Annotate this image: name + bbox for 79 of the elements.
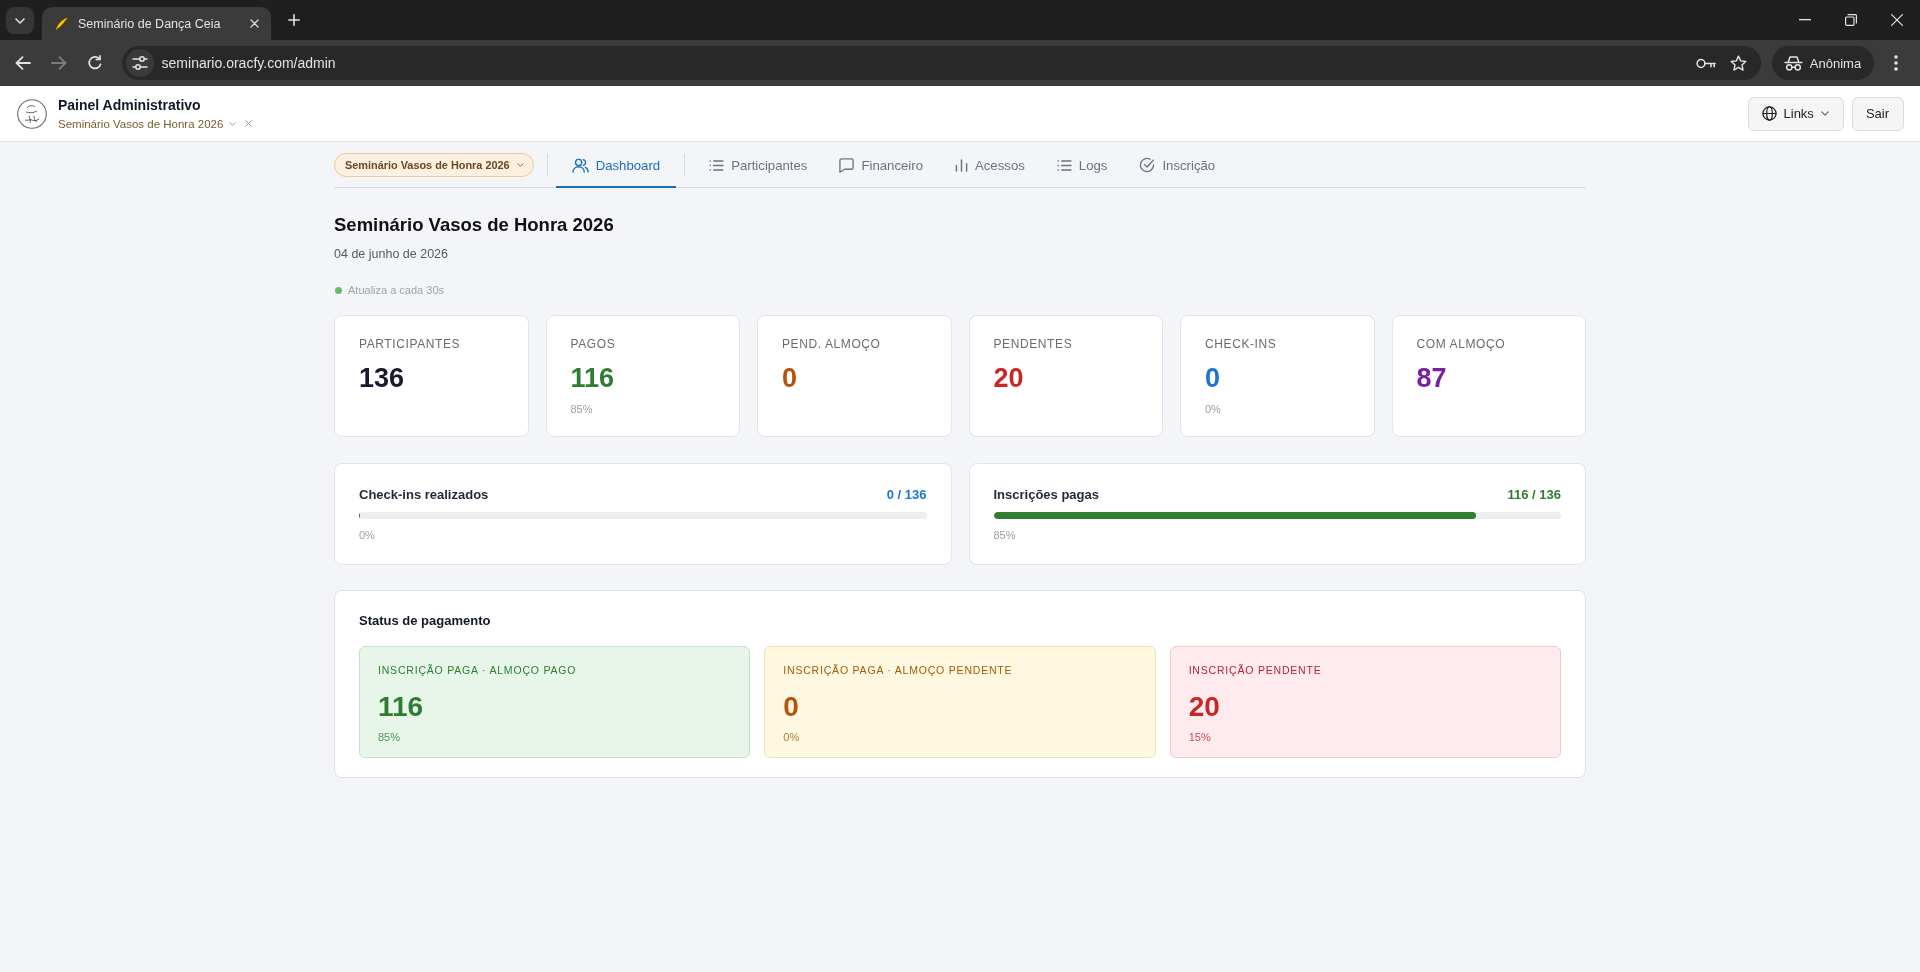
page-title: Seminário Vasos de Honra 2026 bbox=[334, 214, 615, 236]
stat-value: 116 bbox=[570, 363, 616, 393]
emblem-icon bbox=[17, 98, 47, 129]
event-selector[interactable]: Seminário Vasos de Honra 2026 bbox=[334, 152, 534, 177]
event-date: 04 de junho de 2026 bbox=[334, 246, 449, 262]
restore-icon bbox=[1845, 14, 1857, 26]
status-label: INSCRIÇÃO PAGA · ALMOÇO PAGO bbox=[378, 664, 578, 677]
stat-value: 20 bbox=[993, 363, 1025, 393]
status-percent: 15% bbox=[1188, 731, 1212, 744]
status-value: 20 bbox=[1188, 691, 1221, 723]
minimize-icon bbox=[1799, 19, 1811, 21]
nav-tab[interactable]: Inscrição bbox=[1123, 142, 1232, 188]
status-percent: 85% bbox=[378, 731, 402, 744]
close-icon bbox=[245, 120, 253, 127]
stat-label: PARTICIPANTES bbox=[359, 337, 462, 351]
status-percent: 0% bbox=[783, 731, 801, 744]
stat-value: 87 bbox=[1416, 363, 1448, 393]
stat-label: PENDENTES bbox=[993, 337, 1074, 351]
stat-value: 0 bbox=[782, 363, 799, 393]
section-title: Status de pagamento bbox=[359, 613, 492, 629]
close-icon bbox=[1891, 14, 1903, 26]
logout-button[interactable]: Sair bbox=[1851, 96, 1904, 131]
list-icon bbox=[709, 159, 725, 171]
close-icon bbox=[249, 19, 259, 28]
list-icon bbox=[1056, 159, 1072, 171]
links-dropdown-button[interactable]: Links bbox=[1747, 96, 1844, 131]
event-dropdown[interactable]: Seminário Vasos de Honra 2026 bbox=[58, 116, 237, 131]
profile-button[interactable]: Anônima bbox=[1771, 46, 1875, 80]
users-icon bbox=[571, 157, 589, 173]
nav-tab[interactable]: Financeiro bbox=[823, 142, 939, 188]
nav-tab[interactable]: Acessos bbox=[939, 142, 1041, 188]
speech-bubble-icon bbox=[839, 157, 855, 173]
url-text: seminario.oracfy.com/admin bbox=[161, 55, 336, 71]
stat-note: 85% bbox=[570, 402, 594, 416]
stat-label: PAGOS bbox=[570, 337, 617, 351]
star-icon[interactable] bbox=[1729, 54, 1747, 72]
nav-tab[interactable]: Dashboard bbox=[555, 142, 677, 188]
status-dot-icon bbox=[335, 286, 342, 294]
nav-tab[interactable]: Logs bbox=[1040, 142, 1124, 188]
chevron-down-icon bbox=[1820, 111, 1829, 116]
site-info-button[interactable] bbox=[125, 49, 154, 77]
progress-reading: 116 / 136 bbox=[1507, 486, 1561, 502]
chevron-down-icon bbox=[15, 17, 25, 24]
back-arrow-icon bbox=[14, 56, 31, 70]
refresh-note: Atualiza a cada 30s bbox=[348, 283, 444, 297]
reload-icon bbox=[86, 55, 103, 71]
chevron-down-icon bbox=[516, 162, 524, 167]
progress-label: Inscrições pagas bbox=[993, 486, 1099, 502]
stat-label: CHECK-INS bbox=[1205, 337, 1278, 351]
stat-value: 136 bbox=[359, 363, 406, 393]
plus-icon bbox=[288, 14, 300, 26]
browser-tab[interactable]: Seminário de Dança Ceia bbox=[42, 7, 271, 40]
stat-label: COM ALMOÇO bbox=[1416, 337, 1507, 351]
stat-value: 0 bbox=[1205, 363, 1222, 393]
nav-tab[interactable]: Participantes bbox=[693, 142, 824, 188]
globe-icon bbox=[1761, 106, 1777, 121]
stat-label: PEND. ALMOÇO bbox=[782, 337, 882, 351]
check-circle-icon bbox=[1139, 157, 1156, 173]
status-label: INSCRIÇÃO PENDENTE bbox=[1188, 664, 1323, 677]
more-vertical-icon bbox=[1894, 55, 1899, 71]
progress-percent: 85% bbox=[993, 528, 1017, 542]
address-bar[interactable]: seminario.oracfy.com/admin bbox=[121, 46, 1761, 80]
crescent-icon bbox=[54, 15, 70, 32]
progress-reading: 0 / 136 bbox=[886, 486, 927, 502]
forward-arrow-icon bbox=[50, 56, 67, 70]
status-label: INSCRIÇÃO PAGA · ALMOÇO PENDENTE bbox=[783, 664, 1014, 677]
status-value: 116 bbox=[378, 691, 425, 723]
clear-event-button[interactable] bbox=[245, 120, 253, 127]
status-value: 0 bbox=[783, 691, 800, 723]
tab-list-button[interactable] bbox=[6, 7, 34, 34]
chevron-down-icon bbox=[229, 121, 237, 126]
stat-note: 0% bbox=[1205, 402, 1222, 416]
incognito-icon bbox=[1783, 55, 1803, 71]
key-icon[interactable] bbox=[1695, 57, 1716, 69]
progress-percent: 0% bbox=[359, 528, 376, 542]
bar-chart-icon bbox=[955, 158, 968, 172]
progress-label: Check-ins realizados bbox=[359, 486, 489, 502]
app-title: Painel Administrativo bbox=[58, 96, 202, 114]
sliders-icon bbox=[131, 56, 148, 70]
